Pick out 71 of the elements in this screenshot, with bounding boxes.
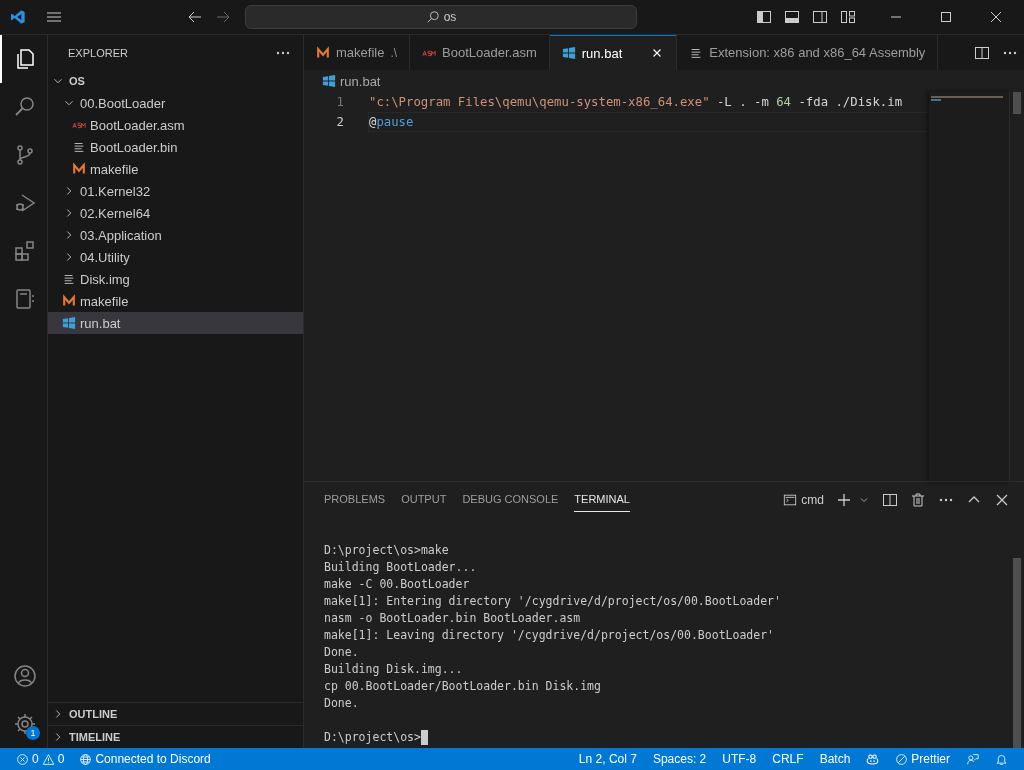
file-tree-item[interactable]: BootLoader.asm [48, 114, 303, 136]
editor-tab[interactable]: BootLoader.asm [410, 35, 550, 70]
folder-header[interactable]: OS [69, 75, 85, 87]
terminal-line: nasm -o BootLoader.bin BootLoader.asm [324, 610, 582, 627]
terminal-line: make -C 00.BootLoader [324, 576, 471, 593]
terminal-icon [783, 492, 798, 507]
settings-icon[interactable] [12, 712, 37, 736]
file-tree-item[interactable]: run.bat [48, 312, 303, 334]
file-tree-item[interactable]: makefile [48, 290, 303, 312]
terminal-line: cp 00.BootLoader/BootLoader.bin Disk.img [324, 678, 602, 695]
status-item[interactable]: Batch [811, 752, 859, 766]
terminal-line: Done. [324, 644, 360, 661]
m-logo-icon [62, 294, 76, 308]
file-tree-item[interactable]: 01.Kernel32 [48, 180, 303, 202]
scrollbar-thumb[interactable] [1013, 92, 1021, 114]
breadcrumb-item[interactable]: run.bat [340, 73, 381, 89]
search-field[interactable]: os [245, 5, 637, 29]
error-icon[interactable] [16, 752, 29, 766]
file-tree-item[interactable]: 02.Kernel64 [48, 202, 303, 224]
editor-tab[interactable]: run.bat [549, 35, 678, 70]
status-item[interactable]: UTF-8 [714, 752, 765, 766]
extensions-icon[interactable] [12, 239, 37, 263]
line-number: 2 [335, 115, 344, 129]
error-count[interactable]: 0 [32, 752, 39, 766]
line-number: 1 [335, 95, 344, 109]
windows-icon [322, 74, 336, 88]
status-item[interactable]: Spaces: 2 [644, 752, 715, 766]
section-header[interactable]: OUTLINE [69, 708, 118, 720]
status-item[interactable]: Ln 2, Col 7 [570, 752, 645, 766]
m-logo-icon [316, 45, 330, 60]
panel-tab[interactable]: TERMINAL [574, 487, 630, 512]
m-logo-icon [72, 162, 86, 176]
terminal-line: Building BootLoader... [324, 559, 478, 576]
text-lines-icon [62, 272, 76, 286]
file-tree-item[interactable]: makefile [48, 158, 303, 180]
section-header[interactable]: TIMELINE [69, 731, 121, 743]
windows-icon [561, 46, 576, 60]
file-tree-item[interactable]: 00.BootLoader [48, 92, 303, 114]
editor-tab[interactable]: Extension: x86 and x86_64 Assembly [677, 35, 939, 70]
status-item[interactable]: CRLF [764, 752, 812, 766]
warning-icon[interactable] [41, 752, 55, 766]
panel-tab[interactable]: OUTPUT [401, 487, 447, 512]
explorer-title: EXPLORER [68, 46, 128, 59]
terminal-line: make[1]: Entering directory '/cygdrive/d/project/os/00.BootLoader' [324, 593, 782, 610]
text-lines-icon [72, 140, 86, 154]
terminal-line: Done. [324, 695, 360, 712]
terminal-line: D:\project\os>make [324, 542, 450, 559]
globe-icon[interactable] [79, 752, 93, 766]
panel-tab[interactable]: DEBUG CONSOLE [462, 487, 559, 512]
terminal-line: Building Disk.img... [324, 661, 464, 678]
windows-icon [62, 316, 76, 330]
no-entry-icon[interactable] [895, 752, 909, 766]
terminal-prompt: D:\project\os> [324, 729, 421, 746]
app-logo-icon [10, 9, 26, 25]
warning-count[interactable]: 0 [57, 752, 65, 766]
editor-tab[interactable]: makefile .\ [304, 35, 411, 70]
panel-tab[interactable]: PROBLEMS [324, 487, 386, 512]
terminal-line: make[1]: Leaving directory '/cygdrive/d/project/os/00.BootLoader' [324, 627, 776, 644]
terminal-shell-button[interactable]: cmd [783, 492, 824, 507]
discord-status[interactable]: Connected to Discord [95, 752, 211, 766]
notification-badge: 1 [26, 726, 40, 740]
file-tree-item[interactable]: 03.Application [48, 224, 303, 246]
code-line: "c:\Program Files\qemu\qemu-system-x86_64.exe" -L . -m 64 -fda ./Disk.im [368, 94, 904, 111]
file-tree-item[interactable]: 04.Utility [48, 246, 303, 268]
account-icon[interactable] [12, 664, 37, 688]
search-icon [425, 10, 440, 24]
scrollbar-thumb[interactable] [1013, 558, 1021, 748]
prettier-status[interactable]: Prettier [908, 752, 958, 766]
file-tree-item[interactable]: BootLoader.bin [48, 136, 303, 158]
file-tree-item[interactable]: Disk.img [48, 268, 303, 290]
text-cursor [420, 730, 428, 745]
